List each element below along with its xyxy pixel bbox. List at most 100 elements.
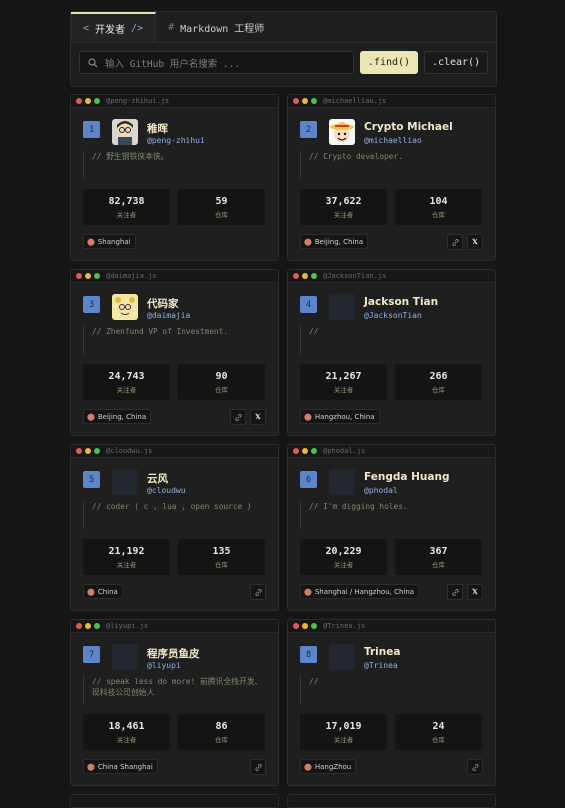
followers-count: 21,267: [325, 371, 362, 382]
user-handle[interactable]: @phodal: [364, 486, 398, 495]
location-text: China Shanghai: [97, 762, 153, 771]
rank-badge: 6: [300, 471, 317, 488]
maximize-dot-icon: [311, 448, 317, 454]
developer-card-daimajia[interactable]: @daimajia.js 3 代码家 @daimajia // Zhenfund…: [70, 269, 279, 436]
user-handle[interactable]: @liyupi: [147, 661, 181, 670]
location-badge: ⬤ China Shanghai: [83, 759, 158, 774]
user-name[interactable]: Fengda Huang: [364, 471, 449, 483]
user-name[interactable]: 程序员鱼皮: [147, 646, 200, 661]
close-dot-icon: [293, 273, 299, 279]
rank-badge: 3: [83, 296, 100, 313]
card-filename: @peng-zhihui.js: [106, 97, 170, 105]
avatar[interactable]: [112, 644, 138, 670]
card-titlebar: @liyupi.js: [71, 620, 278, 633]
developer-card-cloudwu[interactable]: @cloudwu.js 5 云风 @cloudwu // coder ( c ,…: [70, 444, 279, 611]
card-filename: @phodal.js: [323, 447, 366, 455]
avatar[interactable]: [329, 644, 355, 670]
tab-hash: #: [168, 21, 175, 33]
user-handle[interactable]: @michaelliao: [364, 136, 422, 145]
user-handle[interactable]: @Trinea: [364, 661, 398, 670]
developer-card-phodal[interactable]: @phodal.js 6 Fengda Huang @phodal // I'm…: [287, 444, 496, 611]
twitter-x-icon[interactable]: 𝕏: [467, 584, 483, 600]
avatar-placeholder-icon: [329, 294, 355, 320]
user-name[interactable]: 稚晖: [147, 121, 168, 136]
tab-developers[interactable]: < 开发者 />: [71, 12, 157, 42]
user-handle[interactable]: @peng-zhihui: [147, 136, 205, 145]
repos-label: 仓库: [432, 736, 445, 744]
followers-label: 关注者: [116, 386, 137, 394]
followers-count: 17,019: [325, 721, 362, 732]
search-panel: < 开发者 /> # Markdown 工程师 输入 GitHub 用户名搜索 …: [70, 11, 497, 87]
followers-stat: 21,192 关注者: [83, 539, 170, 575]
followers-stat: 21,267 关注者: [300, 364, 387, 400]
close-dot-icon: [293, 448, 299, 454]
avatar-placeholder-icon: [329, 644, 355, 670]
avatar[interactable]: [329, 469, 355, 495]
user-bio: // Zhenfund VP of Investment.: [83, 326, 266, 354]
user-handle[interactable]: @cloudwu: [147, 486, 186, 495]
avatar[interactable]: [329, 294, 355, 320]
location-badge: ⬤ Beijing, China: [83, 409, 152, 424]
close-dot-icon: [76, 448, 82, 454]
find-button[interactable]: .find(): [360, 51, 418, 74]
user-handle[interactable]: @daimajia: [147, 311, 190, 320]
developer-card-jacksontian[interactable]: @JacksonTian.js 4 Jackson Tian @JacksonT…: [287, 269, 496, 436]
repos-count: 104: [429, 196, 448, 207]
tab-markdown-engineers[interactable]: # Markdown 工程师: [156, 12, 276, 42]
user-name[interactable]: Trinea: [364, 646, 400, 658]
maximize-dot-icon: [311, 273, 317, 279]
user-name[interactable]: 代码家: [147, 296, 179, 311]
repos-stat: 90 仓库: [178, 364, 265, 400]
search-input[interactable]: 输入 GitHub 用户名搜索 ...: [79, 51, 354, 74]
card-titlebar: @cloudwu.js: [71, 445, 278, 458]
tab-bar: < 开发者 /> # Markdown 工程师: [71, 12, 496, 43]
close-dot-icon: [293, 98, 299, 104]
developer-card-peng-zhihui[interactable]: @peng-zhihui.js 1 稚晖 @peng-zhihui // 野生钢…: [70, 94, 279, 261]
location-badge: ⬤ HangZhou: [300, 759, 357, 774]
repos-count: 266: [429, 371, 448, 382]
card-titlebar: @michaelliao.js: [288, 95, 495, 108]
followers-stat: 82,738 关注者: [83, 189, 170, 225]
avatar[interactable]: [329, 119, 355, 145]
user-name[interactable]: Crypto Michael: [364, 121, 453, 133]
user-bio: //: [300, 326, 483, 354]
close-dot-icon: [76, 98, 82, 104]
user-name[interactable]: Jackson Tian: [364, 296, 438, 308]
link-icon[interactable]: [250, 759, 266, 775]
link-icon[interactable]: [467, 759, 483, 775]
link-icon[interactable]: [447, 234, 463, 250]
close-dot-icon: [293, 623, 299, 629]
avatar[interactable]: [112, 119, 138, 145]
repos-count: 59: [215, 196, 228, 207]
link-icon[interactable]: [250, 584, 266, 600]
clear-button[interactable]: .clear(): [424, 51, 488, 74]
user-name[interactable]: 云风: [147, 471, 168, 486]
avatar[interactable]: [112, 469, 138, 495]
followers-label: 关注者: [333, 561, 354, 569]
link-icon[interactable]: [230, 409, 246, 425]
repos-stat: 24 仓库: [395, 714, 482, 750]
developer-card-michaelliao[interactable]: @michaelliao.js 2 Crypto Michael @michae…: [287, 94, 496, 261]
location-pin-icon: ⬤: [304, 237, 312, 246]
user-bio: // 野生钢铁侠本侠。: [83, 151, 266, 179]
minimize-dot-icon: [85, 623, 91, 629]
rank-badge: 8: [300, 646, 317, 663]
location-pin-icon: ⬤: [304, 412, 312, 421]
developer-card-trinea[interactable]: @Trinea.js 8 Trinea @Trinea // 17,019 关注…: [287, 619, 496, 786]
avatar[interactable]: [112, 294, 138, 320]
card-filename: @Trinea.js: [323, 622, 366, 630]
twitter-x-icon[interactable]: 𝕏: [250, 409, 266, 425]
location-badge: ⬤ Shanghai: [83, 234, 136, 249]
followers-stat: 20,229 关注者: [300, 539, 387, 575]
link-icon[interactable]: [447, 584, 463, 600]
followers-count: 24,743: [108, 371, 145, 382]
user-handle[interactable]: @JacksonTian: [364, 311, 422, 320]
card-titlebar: @daimajia.js: [71, 270, 278, 283]
card-titlebar: @JacksonTian.js: [288, 270, 495, 283]
card-titlebar: @Trinea.js: [288, 620, 495, 633]
maximize-dot-icon: [94, 98, 100, 104]
location-pin-icon: ⬤: [87, 587, 95, 596]
developer-card-liyupi[interactable]: @liyupi.js 7 程序员鱼皮 @liyupi // speak less…: [70, 619, 279, 786]
tab-markdown-label: Markdown 工程师: [180, 23, 265, 35]
twitter-x-icon[interactable]: 𝕏: [467, 234, 483, 250]
